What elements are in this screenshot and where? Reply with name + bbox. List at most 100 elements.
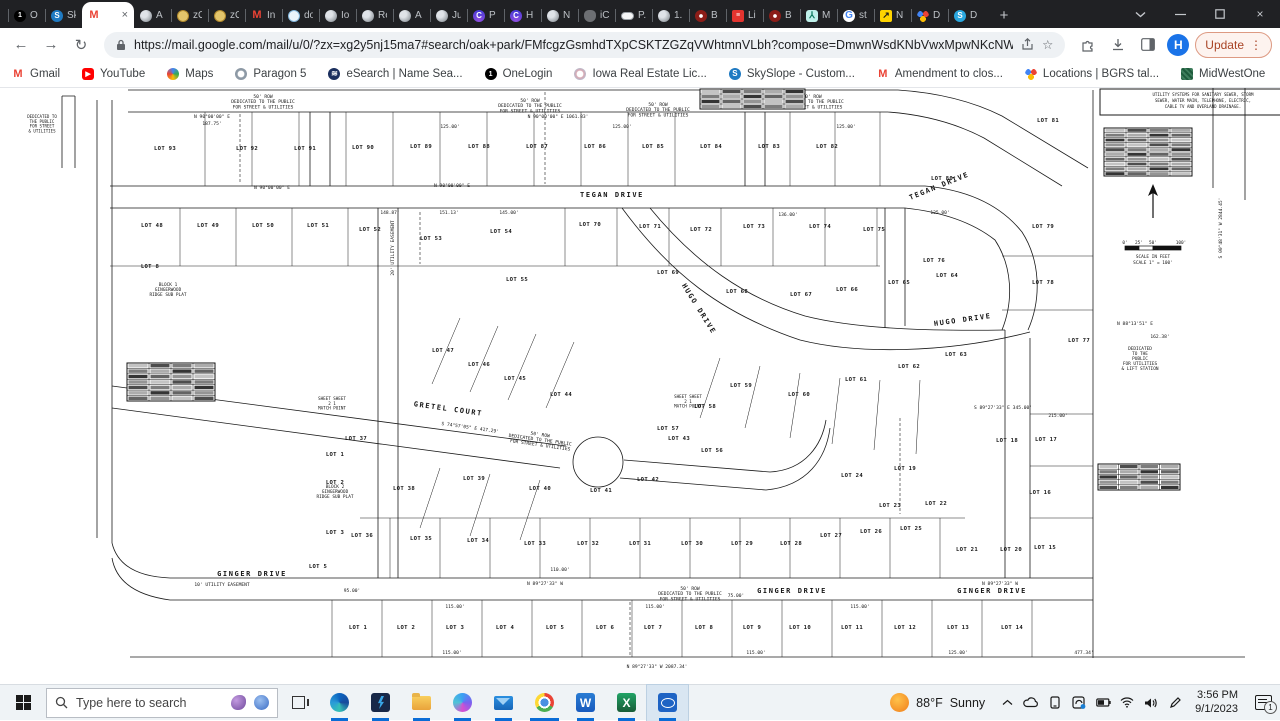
- new-tab-button[interactable]: +: [991, 2, 1017, 28]
- svg-text:DEDICATED TO THE PUBLIC: DEDICATED TO THE PUBLIC: [231, 99, 295, 105]
- onedrive-cloud-icon[interactable]: [1019, 685, 1043, 721]
- bookmarks-bar: MGmail ▶YouTube Maps Paragon 5 ≋eSearch | Na…: [0, 61, 1280, 88]
- browser-tab-3[interactable]: M×: [82, 2, 134, 28]
- chrome-update-button[interactable]: Update ⋮: [1195, 32, 1272, 58]
- pen-icon[interactable]: [1163, 685, 1187, 721]
- download-icon[interactable]: [1105, 32, 1131, 58]
- word-taskbar-button[interactable]: W: [565, 685, 606, 721]
- tab-label: Ju: [452, 10, 461, 21]
- tab-search-chevron-icon[interactable]: [1120, 0, 1160, 28]
- svg-text:N 88°13'51" E: N 88°13'51" E: [1117, 321, 1153, 327]
- task-view-taskbar-button[interactable]: [278, 685, 319, 721]
- browser-tab-24[interactable]: ↗N: [874, 3, 911, 28]
- address-bar[interactable]: https://mail.google.com/mail/u/0/?zx=xg2…: [104, 32, 1065, 58]
- svg-text:LOT 53: LOT 53: [420, 236, 442, 242]
- browser-tab-25[interactable]: D: [911, 3, 948, 28]
- bookmark-label: eSearch | Name Sea...: [346, 68, 462, 80]
- browser-tab-13[interactable]: CP: [467, 3, 504, 28]
- browser-tab-10[interactable]: Re: [356, 3, 393, 28]
- browser-tab-8[interactable]: do: [282, 3, 319, 28]
- browser-tab-18[interactable]: 1.: [652, 3, 689, 28]
- browser-tab-11[interactable]: A: [393, 3, 430, 28]
- bookmark-youtube[interactable]: ▶YouTube: [82, 68, 145, 80]
- browser-tab-15[interactable]: N: [541, 3, 578, 28]
- side-panel-icon[interactable]: [1135, 32, 1161, 58]
- cpurple-favicon-icon: C: [473, 10, 485, 22]
- share-icon[interactable]: [1021, 38, 1034, 51]
- wifi-icon[interactable]: [1115, 685, 1139, 721]
- browser-tab-9[interactable]: Io: [319, 3, 356, 28]
- app-bolt-taskbar-button[interactable]: [360, 685, 401, 721]
- browser-tab-6[interactable]: zO: [208, 3, 245, 28]
- browser-tab-19[interactable]: B: [689, 3, 726, 28]
- taskbar-weather-widget[interactable]: 88°F Sunny: [880, 693, 995, 712]
- browser-tab-20[interactable]: ≡Li: [726, 3, 763, 28]
- browser-tab-2[interactable]: SSk: [45, 3, 82, 28]
- reload-button[interactable]: ↻: [68, 32, 94, 58]
- tab-label: D: [970, 10, 977, 21]
- maximize-button[interactable]: [1200, 0, 1240, 28]
- browser-tab-5[interactable]: zO: [171, 3, 208, 28]
- browser-tab-1[interactable]: 1O: [8, 3, 45, 28]
- bookmark-amendment-to-clos[interactable]: MAmendment to clos...: [877, 68, 1003, 80]
- svg-text:LOT 17: LOT 17: [1035, 437, 1057, 443]
- bookmark-skyslope-custom[interactable]: SSkySlope - Custom...: [729, 68, 855, 80]
- bookmark-gmail[interactable]: MGmail: [12, 68, 60, 80]
- phone-link-icon[interactable]: [1043, 685, 1067, 721]
- back-button[interactable]: ←: [8, 32, 34, 58]
- volume-icon[interactable]: [1139, 685, 1163, 721]
- svg-text:GINGER DRIVE: GINGER DRIVE: [957, 587, 1027, 595]
- svg-text:LOT 38: LOT 38: [393, 486, 415, 492]
- browser-tab-14[interactable]: CH: [504, 3, 541, 28]
- gmaps-favicon-icon: [167, 68, 179, 80]
- svg-text:LOT 42: LOT 42: [637, 477, 659, 483]
- bookmark-locations-bgrs-tal[interactable]: Locations | BGRS tal...: [1025, 68, 1159, 80]
- svg-text:LOT 90: LOT 90: [352, 145, 374, 151]
- svg-text:LOT 78: LOT 78: [1032, 280, 1054, 286]
- bookmark-maps[interactable]: Maps: [167, 68, 213, 80]
- bookmark-star-icon[interactable]: ☆: [1042, 37, 1053, 52]
- chrome-taskbar-button[interactable]: [524, 685, 565, 721]
- blue-app-taskbar-button[interactable]: [647, 685, 688, 721]
- browser-tab-23[interactable]: Gst: [837, 3, 874, 28]
- edge-taskbar-button[interactable]: [319, 685, 360, 721]
- extensions-puzzle-icon[interactable]: [1075, 32, 1101, 58]
- minimize-button[interactable]: [1160, 0, 1200, 28]
- bookmark-onelogin[interactable]: 1OneLogin: [485, 68, 553, 80]
- browser-tab-26[interactable]: SD: [948, 3, 985, 28]
- taskbar-clock[interactable]: 3:56 PM 9/1/2023: [1187, 689, 1246, 717]
- taskbar-search-box[interactable]: Type here to search: [46, 688, 278, 718]
- tab-close-icon[interactable]: ×: [122, 10, 128, 21]
- excel-taskbar-button[interactable]: X: [606, 685, 647, 721]
- browser-tab-17[interactable]: P.: [615, 3, 652, 28]
- edge-tray-icon[interactable]: [1067, 685, 1091, 721]
- palm-favicon-icon: ⅄: [806, 10, 818, 22]
- svg-text:LOT 52: LOT 52: [359, 227, 381, 233]
- yellowarrow-favicon-icon: ↗: [880, 10, 892, 22]
- file-explorer-taskbar-button[interactable]: [401, 685, 442, 721]
- browser-tab-12[interactable]: Ju: [430, 3, 467, 28]
- browser-tab-16[interactable]: iC: [578, 3, 615, 28]
- bookmark-label: Maps: [185, 68, 213, 80]
- battery-icon[interactable]: [1091, 685, 1115, 721]
- browser-tab-22[interactable]: ⅄M: [800, 3, 837, 28]
- start-button[interactable]: [0, 685, 46, 721]
- top-data-table: [700, 89, 805, 109]
- svg-text:LOT 45: LOT 45: [504, 376, 526, 382]
- bookmark-esearch-name-sea[interactable]: ≋eSearch | Name Sea...: [328, 68, 462, 80]
- bookmark-paragon-5[interactable]: Paragon 5: [235, 68, 306, 80]
- tab-label: P.: [638, 10, 646, 21]
- close-button[interactable]: ×: [1240, 0, 1280, 28]
- bookmark-midwestone[interactable]: MidWestOne: [1181, 68, 1265, 80]
- mail-taskbar-button[interactable]: [483, 685, 524, 721]
- copilot-taskbar-button[interactable]: [442, 685, 483, 721]
- forward-button[interactable]: →: [38, 32, 64, 58]
- browser-tab-4[interactable]: A: [134, 3, 171, 28]
- notification-center-button[interactable]: 1: [1246, 685, 1280, 721]
- coin-favicon-icon: [214, 10, 226, 22]
- profile-avatar[interactable]: H: [1167, 34, 1189, 56]
- bookmark-iowa-real-estate-lic[interactable]: Iowa Real Estate Lic...: [574, 68, 706, 80]
- tray-chevron-up-icon[interactable]: [995, 685, 1019, 721]
- browser-tab-21[interactable]: B: [763, 3, 800, 28]
- browser-tab-7[interactable]: MIn: [245, 3, 282, 28]
